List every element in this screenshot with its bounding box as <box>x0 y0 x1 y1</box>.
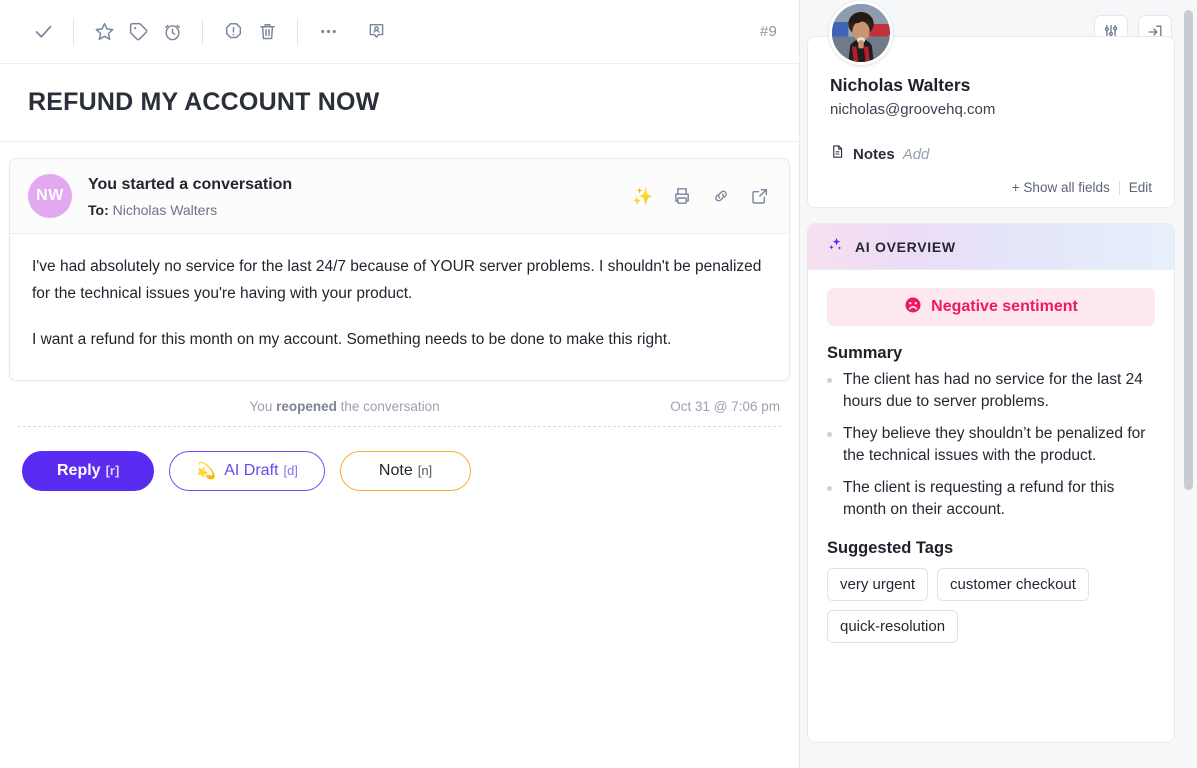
message-paragraph: I've had absolutely no service for the l… <box>32 258 762 302</box>
ai-sparkles-icon <box>827 236 844 258</box>
contact-name: Nicholas Walters <box>830 75 971 95</box>
reply-hint: [r] <box>105 463 120 479</box>
conversation-toolbar: #9 <box>0 0 799 64</box>
summary-text: The client has had no service for the la… <box>843 371 1143 410</box>
ai-draft-sparkle-icon: 💫 <box>196 462 217 480</box>
summary-text: They believe they shouldn’t be penalized… <box>843 425 1146 464</box>
message-thread: NW You started a conversation To: Nichol… <box>0 142 799 768</box>
contact-avatar-photo <box>829 1 893 65</box>
tag-icon[interactable] <box>121 15 155 49</box>
summary-heading: Summary <box>827 344 903 362</box>
note-document-icon <box>830 144 845 164</box>
event-prefix: You <box>249 398 277 414</box>
copy-link-icon[interactable] <box>710 185 732 207</box>
suggested-tags-heading: Suggested Tags <box>827 539 954 557</box>
toolbar-divider-2 <box>202 18 203 45</box>
ai-overview-header: AI OVERVIEW <box>808 224 1174 270</box>
sidebar-scrollbar-track[interactable] <box>1183 0 1193 768</box>
ai-draft-button[interactable]: 💫 AI Draft [d] <box>169 450 325 491</box>
note-button[interactable]: Note [n] <box>339 450 472 491</box>
tag-chip[interactable]: customer checkout <box>937 568 1089 601</box>
summary-text: The client is requesting a refund for th… <box>843 479 1115 518</box>
edit-contact-link[interactable]: Edit <box>1129 180 1152 195</box>
notes-label: Notes <box>853 145 895 163</box>
ai-overview-body: Negative sentiment Summary The client ha… <box>808 270 1174 663</box>
toolbar-divider-3 <box>297 18 298 45</box>
message-body: I've had absolutely no service for the l… <box>10 234 789 380</box>
list-item: The client is requesting a refund for th… <box>827 477 1155 521</box>
status-badge: Negative sentiment <box>827 288 1155 326</box>
list-item: The client has had no service for the la… <box>827 369 1155 413</box>
sparkle-glyph: ✨ <box>632 186 654 206</box>
message-header: NW You started a conversation To: Nichol… <box>10 159 789 234</box>
ai-draft-label: AI Draft <box>224 461 279 479</box>
message-actions: ✨ <box>632 185 771 207</box>
trash-icon[interactable] <box>250 15 284 49</box>
ai-sparkle-icon[interactable]: ✨ <box>632 185 654 207</box>
event-text: You reopened the conversation <box>19 399 670 414</box>
field-actions-divider <box>1118 180 1120 195</box>
conversation-app: #9 REFUND MY ACCOUNT NOW NW You started … <box>0 0 1197 768</box>
message-header-text: You started a conversation To: Nicholas … <box>88 174 632 218</box>
toolbar-divider-1 <box>73 18 74 45</box>
avatar-photo-svg <box>832 4 890 62</box>
bullet-icon <box>827 486 832 491</box>
negative-face-icon <box>904 296 922 319</box>
list-item: They believe they shouldn’t be penalized… <box>827 423 1155 467</box>
contact-field-actions: + Show all fields Edit <box>830 180 1152 195</box>
notes-row: Notes Add <box>830 144 1152 164</box>
reply-label: Reply <box>57 461 101 479</box>
contact-sidebar: Nicholas Walters nicholas@groovehq.com N… <box>800 0 1197 768</box>
message-title: You started a conversation <box>88 176 293 194</box>
message-to-name: Nicholas Walters <box>112 201 218 218</box>
conversation-main-panel: #9 REFUND MY ACCOUNT NOW NW You started … <box>0 0 800 768</box>
contact-card: Nicholas Walters nicholas@groovehq.com N… <box>807 1 1175 208</box>
tag-chip[interactable]: very urgent <box>827 568 929 601</box>
snooze-clock-icon[interactable] <box>155 15 189 49</box>
page-title: REFUND MY ACCOUNT NOW <box>28 87 380 116</box>
reply-button[interactable]: Reply [r] <box>22 450 155 491</box>
message-paragraph: I want a refund for this month on my acc… <box>32 331 672 349</box>
notes-add-link[interactable]: Add <box>903 146 930 163</box>
message-to-label: To: <box>88 201 109 218</box>
event-timestamp: Oct 31 @ 7:06 pm <box>670 398 780 414</box>
contact-email[interactable]: nicholas@groovehq.com <box>830 101 1152 118</box>
event-suffix: the conversation <box>336 398 440 414</box>
ai-draft-hint: [d] <box>283 463 298 479</box>
subject-bar: REFUND MY ACCOUNT NOW <box>0 64 799 142</box>
bullet-icon <box>827 378 832 383</box>
ai-overview-card: AI OVERVIEW Negative sentiment Summary T… <box>807 223 1175 743</box>
note-label: Note <box>378 461 413 479</box>
more-options-icon[interactable] <box>311 15 345 49</box>
spam-icon[interactable] <box>216 15 250 49</box>
avatar: NW <box>28 174 72 218</box>
star-icon[interactable] <box>87 15 121 49</box>
ticket-number: #9 <box>759 23 777 40</box>
conversation-event: You reopened the conversation Oct 31 @ 7… <box>9 381 790 426</box>
reply-action-bar: Reply [r] 💫 AI Draft [d] Note [n] <box>9 427 790 491</box>
message-card: NW You started a conversation To: Nichol… <box>9 158 790 381</box>
print-icon[interactable] <box>671 185 693 207</box>
sidebar-scrollbar-thumb[interactable] <box>1184 10 1193 490</box>
message-recipient: To: Nicholas Walters <box>88 202 632 218</box>
check-icon[interactable] <box>26 15 60 49</box>
sentiment-label: Negative sentiment <box>931 298 1078 315</box>
open-external-icon[interactable] <box>749 185 771 207</box>
show-all-fields-link[interactable]: + Show all fields <box>1012 180 1110 195</box>
event-action: reopened <box>276 398 337 414</box>
suggested-tags-list: very urgent customer checkout quick-reso… <box>827 568 1155 643</box>
bullet-icon <box>827 432 832 437</box>
tag-chip[interactable]: quick-resolution <box>827 610 959 643</box>
note-hint: [n] <box>417 463 433 479</box>
ai-overview-title: AI OVERVIEW <box>855 238 956 255</box>
summary-list: The client has had no service for the la… <box>827 369 1155 521</box>
assign-user-icon[interactable] <box>359 15 393 49</box>
